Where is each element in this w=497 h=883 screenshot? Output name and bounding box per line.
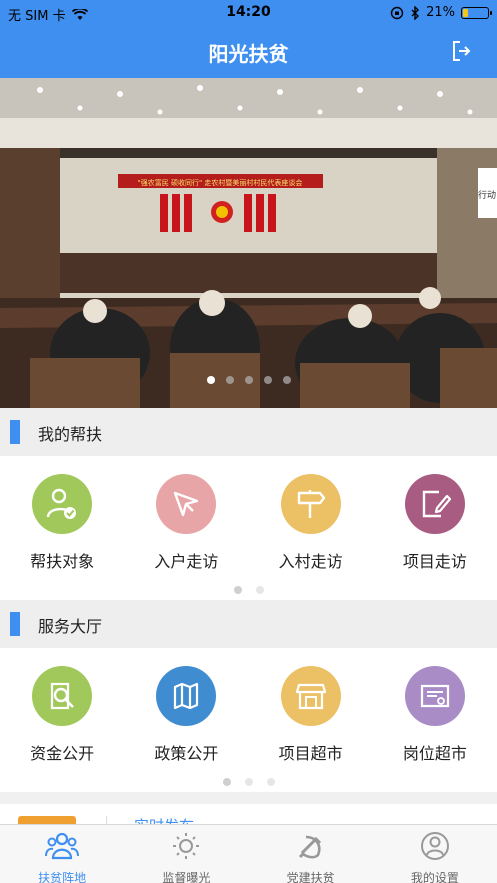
household-visit-button[interactable]: 入户走访 [124, 474, 248, 572]
village-visit-label: 入村走访 [278, 552, 343, 571]
project-market-label: 项目超市 [278, 744, 343, 763]
policy-disclosure-label: 政策公开 [154, 744, 219, 763]
page-dot [222, 778, 231, 786]
user-circle-icon [420, 832, 449, 860]
certificate-icon [404, 666, 465, 726]
send-arrow-icon [156, 474, 217, 534]
service-hall-section-header: 服务大厅 [0, 600, 497, 648]
tab-label: 扶贫阵地 [38, 871, 87, 883]
bluetooth-icon [411, 5, 420, 20]
section-accent-bar [10, 420, 20, 444]
household-visit-label: 入户走访 [154, 552, 219, 571]
page-dot [255, 586, 264, 594]
help-target-button[interactable]: 帮扶对象 [0, 474, 124, 572]
my-help-page-indicator [0, 586, 497, 594]
person-check-icon [32, 474, 93, 534]
banner-photo-caption: "强农富民 硕收同行" 走农村暨美丽村村民代表座谈会 [138, 178, 303, 187]
sun-icon [173, 833, 200, 859]
tab-poverty-front[interactable]: 扶贫阵地 [0, 825, 124, 883]
service-hall-panel: 资金公开 政策公开 项目超市 岗位超市 [0, 648, 497, 792]
tab-my-settings[interactable]: 我的设置 [373, 825, 497, 883]
group-icon [45, 832, 80, 860]
my-help-title: 我的帮扶 [38, 425, 103, 444]
fund-disclosure-label: 资金公开 [30, 744, 95, 763]
tab-label: 党建扶贫 [286, 871, 335, 883]
village-visit-button[interactable]: 入村走访 [249, 474, 373, 572]
banner-dot[interactable] [225, 376, 234, 384]
banner-dot[interactable] [206, 376, 215, 384]
tab-supervision[interactable]: 监督曝光 [124, 825, 248, 883]
help-target-label: 帮扶对象 [30, 552, 95, 571]
page-dot [244, 778, 253, 786]
service-hall-title: 服务大厅 [38, 617, 103, 636]
my-help-panel: 帮扶对象 入户走访 入村走访 项目走访 [0, 456, 497, 600]
document-edit-icon [404, 474, 465, 534]
project-market-button[interactable]: 项目超市 [249, 666, 373, 764]
signpost-icon [280, 474, 341, 534]
project-visit-label: 项目走访 [402, 552, 467, 571]
service-hall-page-indicator [0, 778, 497, 786]
banner-carousel[interactable]: "强农富民 硕收同行" 走农村暨美丽村村民代表座谈会 行动 [0, 78, 497, 408]
page-dot [233, 586, 242, 594]
status-bar: 无 SIM 卡 14:20 21% [0, 0, 497, 26]
battery-icon [461, 6, 492, 19]
tab-party-building[interactable]: 党建扶贫 [249, 825, 373, 883]
fund-disclosure-button[interactable]: 资金公开 [0, 666, 124, 764]
app-header: 无 SIM 卡 14:20 21% 阳光扶贫 [0, 0, 497, 78]
banner-dot[interactable] [244, 376, 253, 384]
battery-percent: 21% [426, 5, 455, 20]
bottom-tab-bar: 扶贫阵地 监督曝光 党建扶贫 我的设置 [0, 824, 497, 883]
banner-dot[interactable] [263, 376, 272, 384]
banner-sign-text: 行动 [478, 189, 496, 201]
map-icon [156, 666, 217, 726]
tab-label: 监督曝光 [162, 871, 211, 883]
section-accent-bar [10, 612, 20, 636]
tab-label: 我的设置 [410, 871, 459, 883]
orientation-lock-icon [390, 6, 404, 19]
job-market-button[interactable]: 岗位超市 [373, 666, 497, 764]
banner-dot[interactable] [282, 376, 291, 384]
page-title: 阳光扶贫 [208, 42, 289, 66]
news-section-peek: 实时发布 [0, 804, 497, 835]
my-help-section-header: 我的帮扶 [0, 408, 497, 456]
banner-indicator [0, 376, 497, 384]
page-dot [266, 778, 275, 786]
project-visit-button[interactable]: 项目走访 [373, 474, 497, 572]
policy-disclosure-button[interactable]: 政策公开 [124, 666, 248, 764]
store-icon [280, 666, 341, 726]
job-market-label: 岗位超市 [402, 744, 467, 763]
party-emblem-icon [298, 835, 321, 859]
banner-image: "强农富民 硕收同行" 走农村暨美丽村村民代表座谈会 行动 [0, 78, 497, 408]
logout-icon[interactable] [451, 40, 471, 62]
magnifier-document-icon [32, 666, 93, 726]
